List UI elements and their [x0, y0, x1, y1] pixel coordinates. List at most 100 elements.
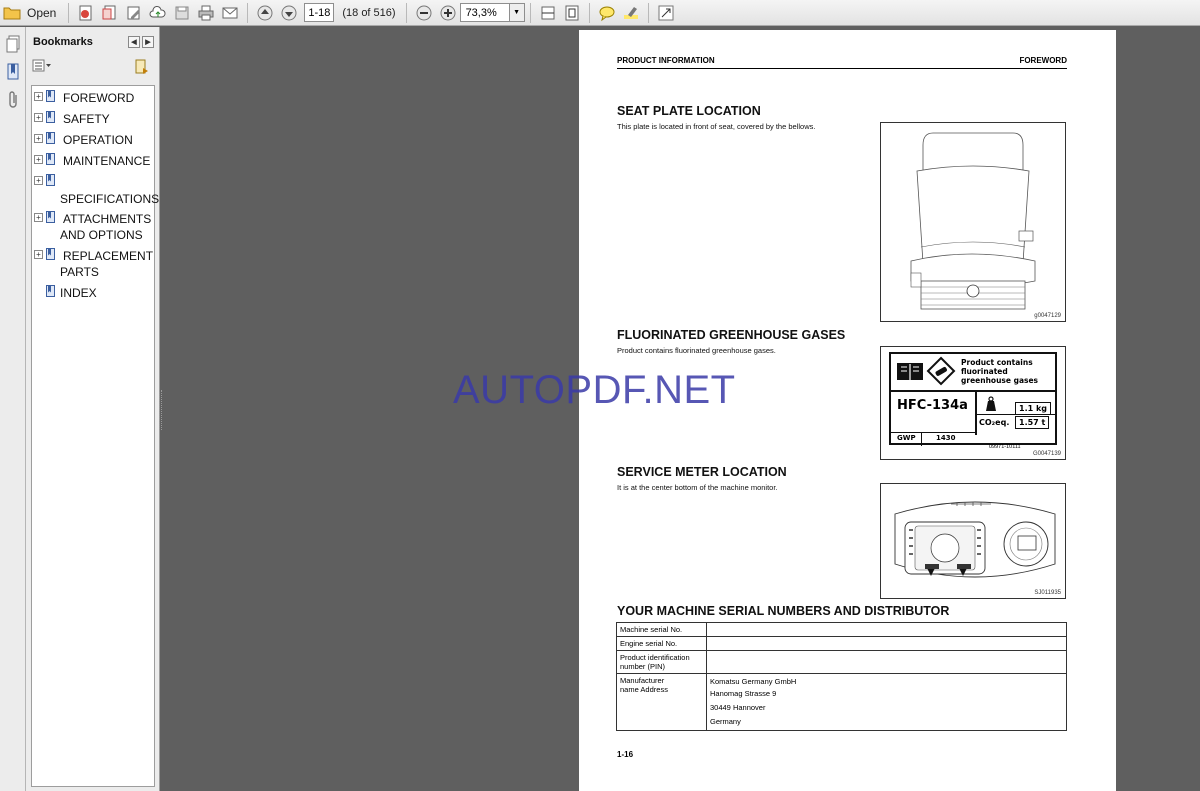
new-bookmark-button[interactable]: [134, 59, 150, 75]
minus-circle-icon: [416, 5, 432, 20]
serial-numbers-table: Machine serial No. Engine serial No. Pro…: [616, 622, 1067, 731]
table-row: Manufacturer name Address Komatsu German…: [616, 673, 1067, 731]
zoom-out-button[interactable]: [413, 2, 435, 24]
create-pdf-button[interactable]: [75, 2, 97, 24]
bookmark-specifications[interactable]: + SPECIFICATIONS: [32, 174, 160, 208]
running-header-left: PRODUCT INFORMATION: [617, 56, 715, 65]
expand-plus-icon[interactable]: +: [34, 134, 43, 143]
printer-icon: [198, 5, 214, 20]
bookmark-foreword[interactable]: + FOREWORD: [32, 90, 156, 108]
bookmark-icon: [46, 153, 55, 165]
zoom-input[interactable]: 73,3%: [459, 3, 510, 22]
fit-page-icon: [565, 5, 579, 20]
combine-icon: [102, 5, 116, 19]
manual-book-icon: [897, 363, 923, 380]
monitor-figure: SJ011935: [880, 483, 1066, 599]
create-icon: [79, 5, 92, 20]
bookmark-icon: [46, 111, 55, 123]
combine-button[interactable]: [99, 2, 121, 24]
comment-button[interactable]: [596, 2, 618, 24]
main-toolbar: Open 1-18 (18 of 516) 73,3% ▼: [0, 0, 1200, 26]
bookmark-index[interactable]: INDEX: [32, 285, 156, 303]
table-row: Engine serial No.: [616, 636, 1067, 651]
bookmark-tree: + FOREWORD + SAFETY + OPERATION + MAINTE…: [31, 85, 160, 787]
upload-button[interactable]: [147, 2, 169, 24]
open-button[interactable]: Open: [1, 2, 62, 24]
bookmark-icon: [46, 285, 55, 297]
fgas-label: Product contains fluorinated greenhouse …: [889, 352, 1057, 446]
table-key: Machine serial No.: [616, 622, 707, 637]
table-row: Product identification number (PIN): [616, 650, 1067, 674]
panel-splitter[interactable]: [159, 390, 162, 430]
table-value: [706, 622, 1067, 637]
edit-button[interactable]: [123, 2, 145, 24]
address-line: Komatsu Germany GmbH: [710, 677, 797, 686]
pages-icon: [6, 35, 20, 53]
fgas-figure: Product contains fluorinated greenhouse …: [880, 346, 1066, 460]
address-line: Hanomag Strasse 9: [710, 689, 777, 698]
fit-page-button[interactable]: [561, 2, 583, 24]
expand-plus-icon[interactable]: +: [34, 92, 43, 101]
bookmark-label: REPLACEMENT PARTS: [60, 249, 153, 279]
expand-plus-icon[interactable]: +: [34, 155, 43, 164]
bookmark-safety[interactable]: + SAFETY: [32, 111, 156, 129]
section-title-service-meter: SERVICE METER LOCATION: [617, 465, 787, 479]
previous-page-button[interactable]: [254, 2, 276, 24]
attachments-button[interactable]: [3, 89, 23, 111]
figure-code: G0047139: [1032, 451, 1061, 457]
table-value: Komatsu Germany GmbH Hanomag Strasse 9 3…: [706, 673, 1067, 731]
bookmarks-tab-button[interactable]: [3, 61, 23, 83]
save-icon: [175, 6, 189, 19]
fit-width-icon: [541, 6, 555, 19]
section-title-seat-plate: SEAT PLATE LOCATION: [617, 104, 761, 118]
bookmarks-panel: Bookmarks ◀ ▶ + FOREWORD + SAFETY + OPER…: [26, 27, 160, 791]
page-number-input[interactable]: 1-18: [304, 3, 335, 22]
gwp-label: GWP: [897, 434, 916, 442]
panel-menu-button[interactable]: ▶: [142, 36, 154, 48]
gas-type: HFC-134a: [897, 398, 968, 413]
double-chevron-left-icon: ◀: [131, 39, 137, 46]
section-text-fgas: Product contains fluorinated greenhouse …: [617, 346, 776, 355]
bookmarks-title: Bookmarks: [33, 36, 93, 48]
next-page-button[interactable]: [278, 2, 300, 24]
save-button[interactable]: [171, 2, 193, 24]
email-button[interactable]: [219, 2, 241, 24]
collapse-panel-button[interactable]: ◀: [128, 36, 140, 48]
navigation-strip: [0, 27, 26, 791]
envelope-icon: [222, 7, 238, 18]
bookmark-operation[interactable]: + OPERATION: [32, 132, 156, 150]
co2-value: 1.57 t: [1015, 416, 1050, 429]
expand-plus-icon[interactable]: +: [34, 113, 43, 122]
expand-plus-icon[interactable]: +: [34, 250, 43, 259]
co2-label: CO₂eq.: [979, 418, 1010, 427]
fit-width-button[interactable]: [537, 2, 559, 24]
bookmark-icon: [46, 248, 55, 260]
bookmark-attachments[interactable]: + ATTACHMENTS AND OPTIONS: [32, 211, 156, 245]
section-text-service-meter: It is at the center bottom of the machin…: [617, 483, 778, 492]
bookmark-maintenance[interactable]: + MAINTENANCE: [32, 153, 156, 171]
options-dropdown-button[interactable]: [32, 59, 52, 73]
expand-button[interactable]: [655, 2, 677, 24]
highlight-button[interactable]: [620, 2, 642, 24]
plus-circle-icon: [440, 5, 456, 20]
fgas-line-1: Product contains: [961, 358, 1033, 367]
arrow-down-icon: [281, 5, 297, 20]
table-key: Manufacturer name Address: [616, 673, 707, 731]
page-thumbnails-button[interactable]: [3, 33, 23, 55]
expand-plus-icon[interactable]: +: [34, 213, 43, 222]
weight-icon: [986, 396, 996, 411]
chevron-right-icon: ▶: [145, 39, 151, 46]
speech-bubble-icon: [599, 6, 615, 21]
zoom-dropdown-button[interactable]: ▼: [509, 3, 525, 22]
header-rule: [617, 68, 1067, 69]
print-button[interactable]: [195, 2, 217, 24]
machine-monitor-illustration: [894, 501, 1056, 578]
watermark-text: AUTOPDF.NET: [453, 368, 736, 412]
bookmark-replacement-parts[interactable]: + REPLACEMENT PARTS: [32, 248, 156, 282]
table-key: Engine serial No.: [616, 636, 707, 651]
expand-icon: [658, 5, 674, 20]
bookmark-label: SPECIFICATIONS: [60, 192, 160, 206]
expand-plus-icon[interactable]: +: [34, 176, 43, 185]
highlighter-icon: [623, 6, 638, 19]
zoom-in-button[interactable]: [437, 2, 459, 24]
